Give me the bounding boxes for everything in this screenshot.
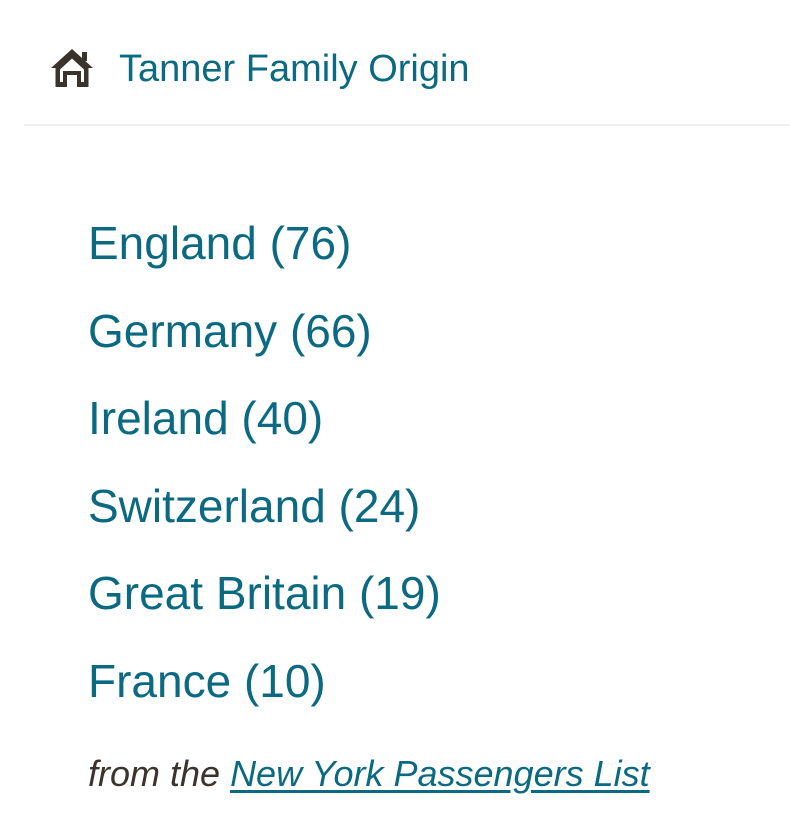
origin-item-great-britain[interactable]: Great Britain (19) — [88, 550, 441, 638]
origin-item-switzerland[interactable]: Switzerland (24) — [88, 463, 441, 551]
source-note: from the New York Passengers List — [88, 749, 650, 799]
origin-country-list: England (76) Germany (66) Ireland (40) S… — [88, 200, 441, 725]
source-note-prefix: from the — [88, 753, 231, 794]
page-header: Tanner Family Origin — [24, 0, 790, 126]
origin-item-ireland[interactable]: Ireland (40) — [88, 375, 441, 463]
origin-item-england[interactable]: England (76) — [88, 200, 441, 288]
page-title-link[interactable]: Tanner Family Origin — [119, 44, 470, 94]
new-york-passengers-list-link[interactable]: New York Passengers List — [230, 753, 650, 794]
home-icon[interactable] — [48, 46, 96, 90]
origin-item-france[interactable]: France (10) — [88, 638, 441, 726]
origin-item-germany[interactable]: Germany (66) — [88, 288, 441, 376]
